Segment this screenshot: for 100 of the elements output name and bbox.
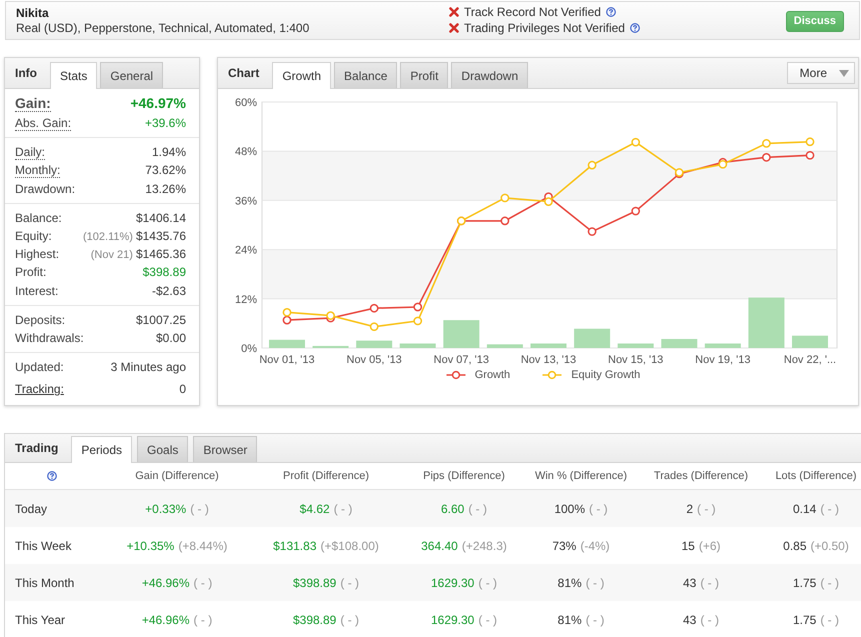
- cell-value: 2: [686, 502, 694, 516]
- tracking-link[interactable]: Tracking:: [15, 382, 64, 396]
- cell-difference: ( - ): [586, 612, 604, 626]
- panel-title: Trading: [14, 440, 60, 456]
- axis-label: Nov 19, '13: [695, 354, 750, 366]
- cell-value: 15: [681, 538, 695, 552]
- tab[interactable]: Drawdown: [451, 62, 528, 88]
- cell-difference: (+6): [698, 538, 721, 552]
- period-label: This Week: [15, 538, 72, 552]
- cell-value: $131.83: [273, 538, 316, 552]
- tab[interactable]: Growth: [272, 62, 332, 89]
- stat-value: $1007.25: [136, 312, 186, 327]
- caret-icon: [839, 70, 849, 76]
- cell-difference: ( - ): [334, 502, 352, 516]
- stat-value: 0: [179, 382, 186, 396]
- tab[interactable]: Stats: [50, 62, 98, 89]
- stat-label: Abs. Gain:: [15, 116, 72, 131]
- help-icon[interactable]: [47, 471, 57, 481]
- column-header: Pips (Difference): [423, 470, 505, 482]
- help-icon[interactable]: [630, 23, 640, 33]
- cell-value: 81%: [558, 612, 582, 626]
- legend-label[interactable]: Growth: [474, 369, 510, 381]
- stat-label: Equity:: [15, 229, 52, 244]
- cell-difference: ( - ): [194, 612, 212, 626]
- cell-value: 0.14: [792, 502, 816, 516]
- cell-difference: ( - ): [697, 502, 716, 516]
- tab[interactable]: Periods: [71, 436, 132, 463]
- account-name: Nikita: [16, 6, 50, 20]
- cell-value: 6.60: [440, 502, 464, 516]
- column-header: Profit (Difference): [283, 470, 369, 482]
- cell-difference: (-4%): [580, 538, 610, 552]
- stat-value: +46.97%: [130, 95, 186, 111]
- stat-value: $398.89: [142, 265, 186, 280]
- stat-value: $1465.36: [136, 247, 186, 262]
- period-label: This Month: [15, 576, 74, 590]
- cell-difference: ( - ): [820, 612, 839, 626]
- stat-value: +39.6%: [144, 116, 186, 130]
- tab[interactable]: Profit: [400, 62, 448, 88]
- cell-value: 364.40: [421, 538, 458, 552]
- cell-value: +10.35%: [126, 538, 174, 552]
- column-header: Trades (Difference): [654, 470, 748, 482]
- verification-status: Trading Privileges Not Verified: [464, 20, 625, 36]
- cell-difference: ( - ): [468, 502, 487, 516]
- axis-label: Nov 05, '13: [346, 354, 402, 366]
- cell-difference: ( - ): [340, 576, 360, 590]
- cell-difference: (+$108.00): [320, 538, 379, 552]
- cell-value: 1.75: [792, 612, 816, 626]
- axis-label: 0%: [241, 343, 257, 355]
- stat-label: Gain:: [15, 94, 51, 112]
- stat-value: $0.00: [156, 330, 186, 345]
- cell-value: 0.85: [783, 538, 806, 552]
- cell-value: 43: [682, 576, 696, 590]
- column-header: Gain (Difference): [135, 470, 219, 482]
- axis-label: 48%: [234, 146, 257, 158]
- legend-label[interactable]: Equity Growth: [571, 369, 640, 381]
- tab[interactable]: Browser: [193, 436, 258, 462]
- stat-value: 13.26%: [145, 182, 186, 196]
- axis-label: Nov 07, '13: [434, 354, 489, 366]
- cell-value: $4.62: [300, 502, 330, 516]
- axis-label: Nov 15, '13: [608, 354, 664, 366]
- column-header: Lots (Difference): [775, 470, 857, 482]
- axis-label: Nov 13, '13: [520, 354, 576, 366]
- stat-label: Highest:: [15, 247, 60, 262]
- cell-difference: ( - ): [190, 502, 209, 516]
- help-icon[interactable]: [606, 7, 616, 17]
- account-details: Real (USD), Pepperstone, Technical, Automated, 1:400: [16, 20, 310, 36]
- stat-label: Daily:: [15, 144, 46, 160]
- cell-value: +46.96%: [142, 576, 190, 590]
- cell-value: +0.33%: [145, 502, 186, 516]
- cell-value: 81%: [558, 576, 582, 590]
- stat-label: Withdrawals:: [15, 330, 84, 345]
- cell-value: +46.96%: [142, 612, 190, 626]
- panel-title: Chart: [227, 66, 260, 80]
- cell-value: 73%: [552, 538, 576, 552]
- axis-label: 12%: [234, 294, 257, 306]
- stat-value: $1406.14: [136, 210, 186, 225]
- stat-value: 1.94%: [152, 145, 186, 160]
- stat-label: Profit:: [15, 265, 46, 280]
- cell-value: 43: [682, 612, 696, 626]
- stat-label: Drawdown:: [15, 182, 76, 196]
- cell-difference: ( - ): [820, 502, 839, 516]
- cell-value: $398.89: [292, 576, 336, 590]
- stat-value: -$2.63: [152, 284, 186, 298]
- cell-difference: ( - ): [478, 612, 498, 626]
- more-dropdown[interactable]: More: [786, 62, 855, 84]
- axis-label: 36%: [234, 195, 257, 208]
- cell-value: 1629.30: [430, 576, 474, 590]
- panel-title: Info: [14, 66, 38, 80]
- tab[interactable]: Goals: [137, 436, 188, 462]
- cell-difference: (+8.44%): [178, 538, 228, 552]
- axis-label: 60%: [234, 97, 257, 109]
- period-label: This Year: [15, 612, 66, 626]
- cell-difference: ( - ): [700, 612, 719, 626]
- tab[interactable]: Balance: [334, 62, 398, 88]
- period-label: Today: [15, 502, 48, 516]
- stat-note: (102.11%): [83, 231, 133, 244]
- cell-value: 1.75: [792, 576, 816, 590]
- tab[interactable]: General: [100, 62, 164, 88]
- cell-difference: ( - ): [194, 576, 212, 590]
- column-header: Win % (Difference): [534, 470, 628, 482]
